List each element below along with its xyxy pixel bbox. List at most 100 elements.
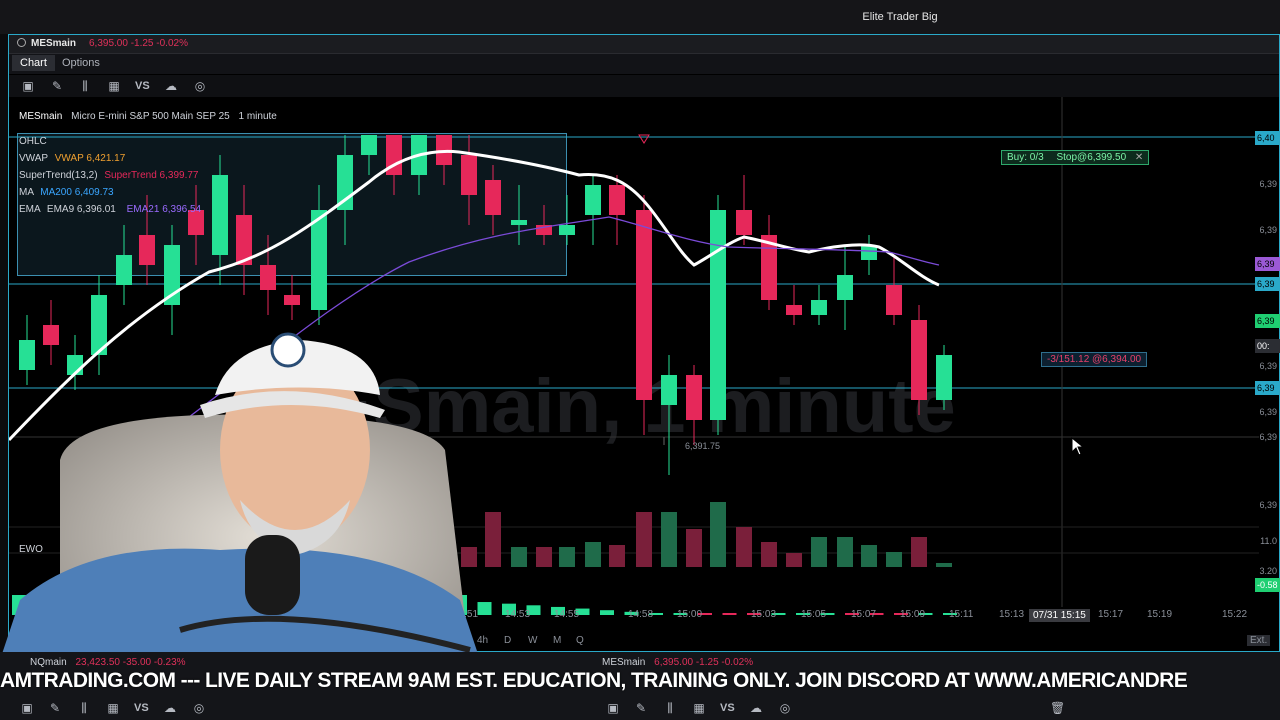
volume-bar <box>861 545 877 567</box>
tab-bar: Chart Options <box>9 54 1279 74</box>
volume-bar <box>559 547 575 567</box>
grid-layout-icon[interactable]: ▦ <box>106 701 120 715</box>
candle-body <box>837 275 853 300</box>
ema21-value: EMA21 6,396.54 <box>126 204 202 215</box>
price-tag-timer: 00: <box>1255 339 1280 353</box>
volume-bar <box>886 552 902 567</box>
buy-order[interactable]: Buy: 0/3 <box>1007 152 1044 163</box>
candle-body <box>212 175 228 255</box>
price-tag-1: 6,40 <box>1255 131 1280 145</box>
drawing-pencil-icon[interactable]: ✎ <box>50 79 64 93</box>
ma-label: MA <box>19 187 34 198</box>
volume-bar <box>936 563 952 567</box>
mes-quote: 6,395.00 -1.25 -0.02% <box>654 657 754 668</box>
studies-icon[interactable]: ⫼ <box>77 701 91 715</box>
settings-circle-icon[interactable]: ◎ <box>192 701 206 715</box>
candle-body <box>116 255 132 285</box>
chart-interval[interactable]: 1 minute <box>239 111 277 122</box>
volume-bar <box>761 542 777 567</box>
ema-label: EMA <box>19 204 41 215</box>
compare-vs-icon[interactable]: VS <box>135 79 150 93</box>
time-label: 15:17 <box>1098 609 1124 620</box>
close-icon[interactable]: ✕ <box>1135 152 1143 163</box>
volume-bar <box>661 512 677 567</box>
chart-style-icon[interactable]: ▣ <box>21 79 35 93</box>
agg-week[interactable]: W <box>528 635 537 646</box>
volume-bar <box>609 545 625 567</box>
candle-body <box>786 305 802 315</box>
position-ticket[interactable]: -3/151.12 @6,394.00 <box>1041 352 1148 367</box>
candle-body <box>936 355 952 400</box>
candle-body <box>661 375 677 405</box>
candle-body <box>311 210 327 310</box>
chart-header: MESmain Micro E-mini S&P 500 Main SEP 25… <box>19 110 277 123</box>
volume-bars <box>461 502 952 567</box>
volume-axis-label: 11.0 <box>1260 536 1277 546</box>
drawing-pencil-icon[interactable]: ✎ <box>634 701 648 715</box>
supertrend-value: SuperTrend 6,399.77 <box>104 170 199 181</box>
grid-layout-icon[interactable]: ▦ <box>692 701 706 715</box>
candle-body <box>736 210 752 235</box>
chart-style-icon[interactable]: ▣ <box>606 701 620 715</box>
time-label: 14:53 <box>505 609 531 620</box>
time-label: 15:22 <box>1222 609 1248 620</box>
order-ticket[interactable]: Buy: 0/3 Stop@6,399.50 ✕ <box>1001 150 1150 165</box>
vwap-value: VWAP 6,421.17 <box>54 153 126 164</box>
studies-icon[interactable]: ⫼ <box>663 701 677 715</box>
ext-hours-toggle[interactable]: Ext. <box>1247 635 1271 646</box>
compare-vs-icon[interactable]: VS <box>134 701 149 715</box>
symbol-name[interactable]: MESmain <box>31 38 76 49</box>
study-supertrend[interactable]: SuperTrend(13,2) SuperTrend 6,399.77 <box>19 169 198 182</box>
tab-options[interactable]: Options <box>62 57 100 69</box>
candle-body <box>485 180 501 215</box>
symbol-bar: MESmain 6,395.00 -1.25 -0.02% <box>9 35 1279 54</box>
chart-style-icon[interactable]: ▣ <box>20 701 34 715</box>
candle-body <box>337 155 353 210</box>
candle-body <box>609 185 625 215</box>
cloud-icon[interactable]: ☁ <box>163 701 177 715</box>
study-ohlc[interactable]: OHLC <box>19 135 47 148</box>
search-icon[interactable] <box>17 38 26 47</box>
volume-bar <box>710 502 726 567</box>
symbol-quote: 6,395.00 -1.25 -0.02% <box>89 38 188 49</box>
candle-body <box>636 210 652 400</box>
settings-circle-icon[interactable]: ◎ <box>778 701 792 715</box>
agg-day[interactable]: D <box>504 635 511 646</box>
cloud-icon[interactable]: ☁ <box>164 79 178 93</box>
mes-symbol[interactable]: MESmain <box>602 657 645 668</box>
compare-vs-icon[interactable]: VS <box>720 701 735 715</box>
drawing-pencil-icon[interactable]: ✎ <box>48 701 62 715</box>
grid-layout-icon[interactable]: ▦ <box>107 79 121 93</box>
price-axis-label: 6,39 <box>1259 179 1277 189</box>
trash-icon[interactable]: 🗑 <box>1050 701 1065 715</box>
study-ema[interactable]: EMA EMA9 6,396.01 EMA21 6,396.54 <box>19 203 201 216</box>
time-label: 15:13 <box>999 609 1025 620</box>
agg-month[interactable]: M <box>553 635 561 646</box>
stop-order[interactable]: Stop@6,399.50 <box>1056 152 1126 163</box>
bottom-toolbar: ▣ ✎ ⫼ ▦ VS ☁ ◎ ▣ ✎ ⫼ ▦ VS ☁ ◎ 🗑 <box>0 697 1280 717</box>
study-vwap[interactable]: VWAP VWAP 6,421.17 <box>19 152 125 165</box>
scrolling-ticker: AMTRADING.COM --- LIVE DAILY STREAM 9AM … <box>0 669 1188 692</box>
supertrend-label: SuperTrend(13,2) <box>19 170 98 181</box>
volume-bar <box>511 547 527 567</box>
price-tag-4: 6,39 <box>1255 314 1280 328</box>
volume-bar <box>786 553 802 567</box>
title-bar: Elite Trader Big <box>0 0 1280 34</box>
nq-symbol[interactable]: NQmain <box>30 657 67 668</box>
low-label: 6,391.75 <box>685 441 721 451</box>
volume-bar <box>585 542 601 567</box>
candle-body <box>559 225 575 235</box>
cloud-icon[interactable]: ☁ <box>749 701 763 715</box>
ema9-value: EMA9 6,396.01 <box>46 204 116 215</box>
candle-body <box>686 375 702 420</box>
agg-quarter[interactable]: Q <box>576 635 584 646</box>
study-ma[interactable]: MA MA200 6,409.73 <box>19 186 114 199</box>
bottom-left-symbol[interactable]: NQmain 23,423.50 -35.00 -0.23% <box>30 657 186 668</box>
volume-bar <box>811 537 827 567</box>
tab-chart[interactable]: Chart <box>12 55 55 71</box>
settings-circle-icon[interactable]: ◎ <box>193 79 207 93</box>
chart-symbol[interactable]: MESmain <box>19 111 62 122</box>
studies-icon[interactable]: ⫼ <box>78 79 92 93</box>
volume-bar <box>485 512 501 567</box>
bottom-right-symbol[interactable]: MESmain 6,395.00 -1.25 -0.02% <box>602 657 753 668</box>
